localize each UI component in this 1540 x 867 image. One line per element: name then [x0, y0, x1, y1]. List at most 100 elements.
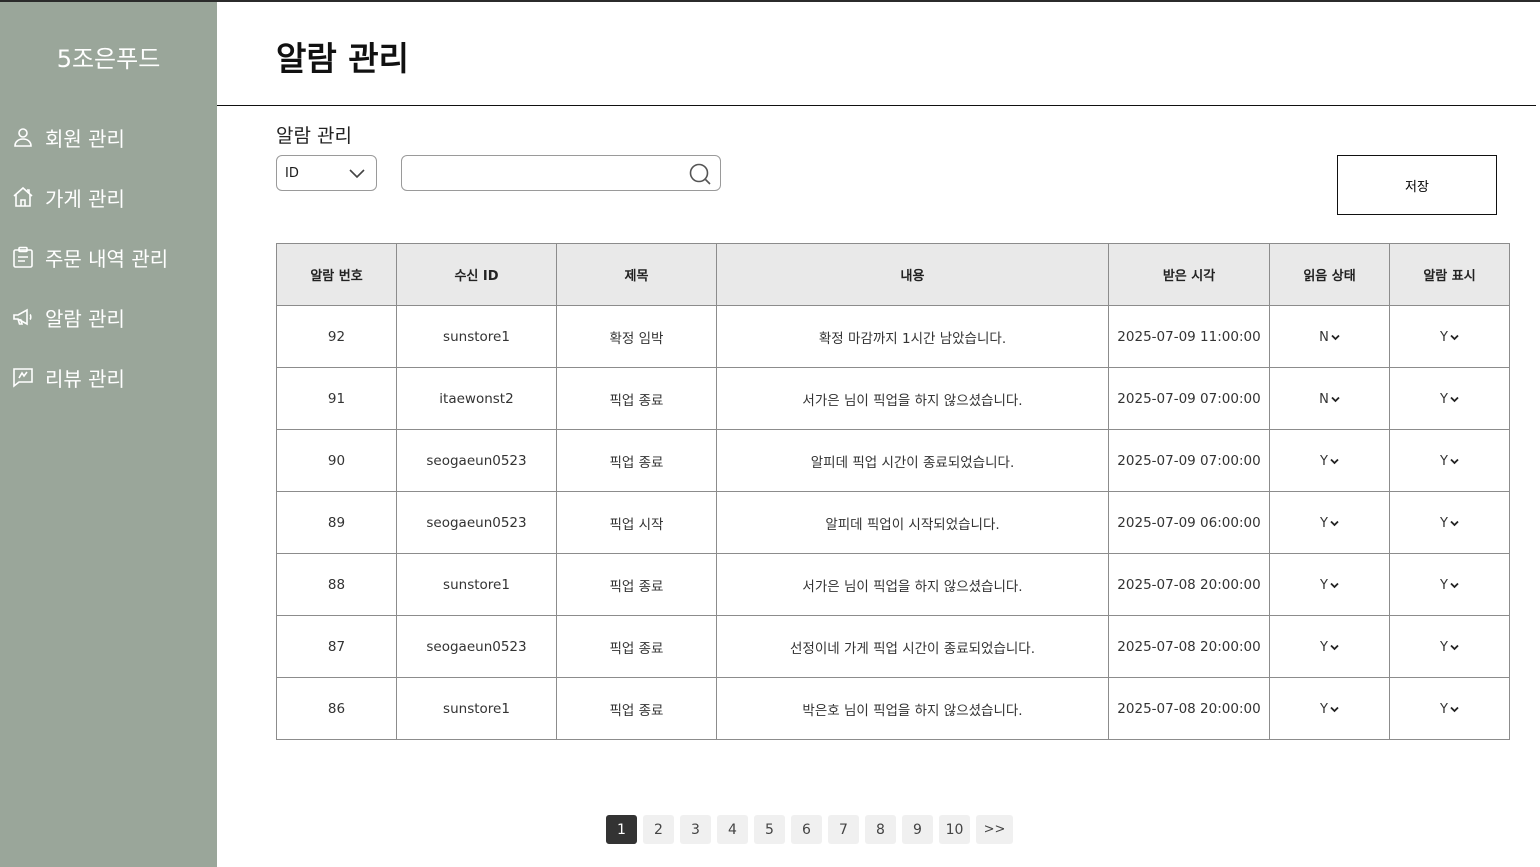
cell-no: 88 [276, 553, 397, 616]
sidebar-item-label: 가게 관리 [45, 186, 125, 211]
alarm-display-select[interactable]: Y [1440, 330, 1459, 345]
cell-read: Y [1269, 491, 1390, 554]
cell-show: Y [1389, 491, 1510, 554]
next-page-button[interactable]: >> [976, 815, 1013, 844]
select-value: N [1319, 329, 1329, 345]
table-row: 91 itaewonst2 픽업 종료 서가은 님이 픽업을 하지 않으셨습니다. 20… [276, 367, 1510, 430]
search-icon[interactable] [688, 162, 712, 190]
alarm-display-select[interactable]: Y [1440, 454, 1459, 469]
select-value: Y [1440, 329, 1448, 345]
cell-rid: itaewonst2 [396, 367, 557, 430]
section-label: 알람 관리 [276, 125, 352, 147]
select-value: Y [1320, 577, 1328, 593]
alarm-display-select[interactable]: Y [1440, 702, 1459, 717]
cell-title: 확정 임박 [556, 305, 717, 368]
sidebar-item-members[interactable]: 회원 관리 [10, 120, 125, 154]
column-header: 알람 번호 [276, 243, 397, 306]
page-button[interactable]: 2 [643, 815, 674, 844]
chevron-down-icon [1331, 392, 1340, 407]
cell-rid: sunstore1 [396, 553, 557, 616]
clipboard-icon [10, 244, 36, 270]
select-value: Y [1320, 639, 1328, 655]
cell-no: 91 [276, 367, 397, 430]
sidebar: 5조은푸드 회원 관리 가게 관리 주문 내역 관리 알람 관리 리뷰 관리 [0, 2, 217, 867]
chevron-down-icon [1330, 578, 1339, 593]
cell-read: Y [1269, 429, 1390, 492]
select-value: Y [1440, 515, 1448, 531]
brand-logo[interactable]: 5조은푸드 [0, 39, 217, 74]
select-value: Y [1320, 453, 1328, 469]
sidebar-item-label: 주문 내역 관리 [45, 246, 169, 271]
page-button[interactable]: 4 [717, 815, 748, 844]
save-button[interactable]: 저장 [1337, 155, 1497, 215]
page-button[interactable]: 1 [606, 815, 637, 844]
chevron-down-icon [1330, 640, 1339, 655]
select-value: Y [1440, 453, 1448, 469]
cell-show: Y [1389, 677, 1510, 740]
page-button[interactable]: 9 [902, 815, 933, 844]
select-value: Y [1440, 577, 1448, 593]
user-icon [10, 124, 36, 150]
page-button[interactable]: 7 [828, 815, 859, 844]
cell-time: 2025-07-09 06:00:00 [1108, 491, 1270, 554]
chevron-down-icon [1450, 640, 1459, 655]
alarm-table: 알람 번호 수신 ID 제목 내용 받은 시각 읽음 상태 알람 표시 92 sunstore… [276, 243, 1510, 740]
megaphone-icon [10, 304, 36, 330]
cell-time: 2025-07-08 20:00:00 [1108, 553, 1270, 616]
read-status-select[interactable]: Y [1320, 516, 1339, 531]
alarm-display-select[interactable]: Y [1440, 392, 1459, 407]
select-value: N [1319, 391, 1329, 407]
read-status-select[interactable]: N [1319, 330, 1340, 345]
sidebar-item-orders[interactable]: 주문 내역 관리 [10, 240, 168, 274]
cell-rid: sunstore1 [396, 305, 557, 368]
table-row: 89 seogaeun0523 픽업 시작 알피데 픽업이 시작되었습니다. 2025-… [276, 491, 1510, 554]
alarm-display-select[interactable]: Y [1440, 578, 1459, 593]
sidebar-item-reviews[interactable]: 리뷰 관리 [10, 360, 125, 394]
sidebar-item-stores[interactable]: 가게 관리 [10, 180, 125, 214]
column-header: 수신 ID [396, 243, 557, 306]
read-status-select[interactable]: Y [1320, 578, 1339, 593]
cell-content: 알피데 픽업 시간이 종료되었습니다. [716, 429, 1109, 492]
table-row: 90 seogaeun0523 픽업 종료 알피데 픽업 시간이 종료되었습니다. 20… [276, 429, 1510, 492]
chevron-down-icon [1331, 330, 1340, 345]
cell-content: 확정 마감까지 1시간 남았습니다. [716, 305, 1109, 368]
cell-show: Y [1389, 553, 1510, 616]
column-header: 내용 [716, 243, 1109, 306]
page-button[interactable]: 10 [939, 815, 970, 844]
chevron-down-icon [1450, 330, 1459, 345]
chevron-down-icon [1330, 702, 1339, 717]
column-header: 알람 표시 [1389, 243, 1510, 306]
table-row: 88 sunstore1 픽업 종료 서가은 님이 픽업을 하지 않으셨습니다. 202… [276, 553, 1510, 616]
table-row: 86 sunstore1 픽업 종료 박은호 님이 픽업을 하지 않으셨습니다. 202… [276, 677, 1510, 740]
page-button[interactable]: 6 [791, 815, 822, 844]
page-button[interactable]: 5 [754, 815, 785, 844]
sidebar-item-label: 리뷰 관리 [45, 366, 125, 391]
cell-time: 2025-07-08 20:00:00 [1108, 615, 1270, 678]
select-value: Y [1440, 701, 1448, 717]
cell-time: 2025-07-09 07:00:00 [1108, 367, 1270, 430]
read-status-select[interactable]: Y [1320, 640, 1339, 655]
page-button[interactable]: 8 [865, 815, 896, 844]
cell-no: 86 [276, 677, 397, 740]
read-status-select[interactable]: N [1319, 392, 1340, 407]
cell-title: 픽업 종료 [556, 367, 717, 430]
read-status-select[interactable]: Y [1320, 454, 1339, 469]
table-row: 92 sunstore1 확정 임박 확정 마감까지 1시간 남았습니다. 2025-0… [276, 305, 1510, 368]
read-status-select[interactable]: Y [1320, 702, 1339, 717]
chevron-down-icon [1450, 516, 1459, 531]
chevron-down-icon [348, 165, 366, 185]
pagination: 1 2 3 4 5 6 7 8 9 10 >> [606, 815, 1013, 844]
search-box [401, 155, 721, 191]
sidebar-item-label: 알람 관리 [45, 306, 125, 331]
select-value: Y [1320, 701, 1328, 717]
alarm-display-select[interactable]: Y [1440, 516, 1459, 531]
search-type-select[interactable]: ID [276, 155, 377, 191]
sidebar-item-alarms[interactable]: 알람 관리 [10, 300, 125, 334]
cell-rid: seogaeun0523 [396, 491, 557, 554]
search-type-value: ID [285, 165, 299, 181]
review-icon [10, 364, 36, 390]
alarm-display-select[interactable]: Y [1440, 640, 1459, 655]
page-button[interactable]: 3 [680, 815, 711, 844]
search-input[interactable] [410, 162, 680, 184]
column-header: 읽음 상태 [1269, 243, 1390, 306]
